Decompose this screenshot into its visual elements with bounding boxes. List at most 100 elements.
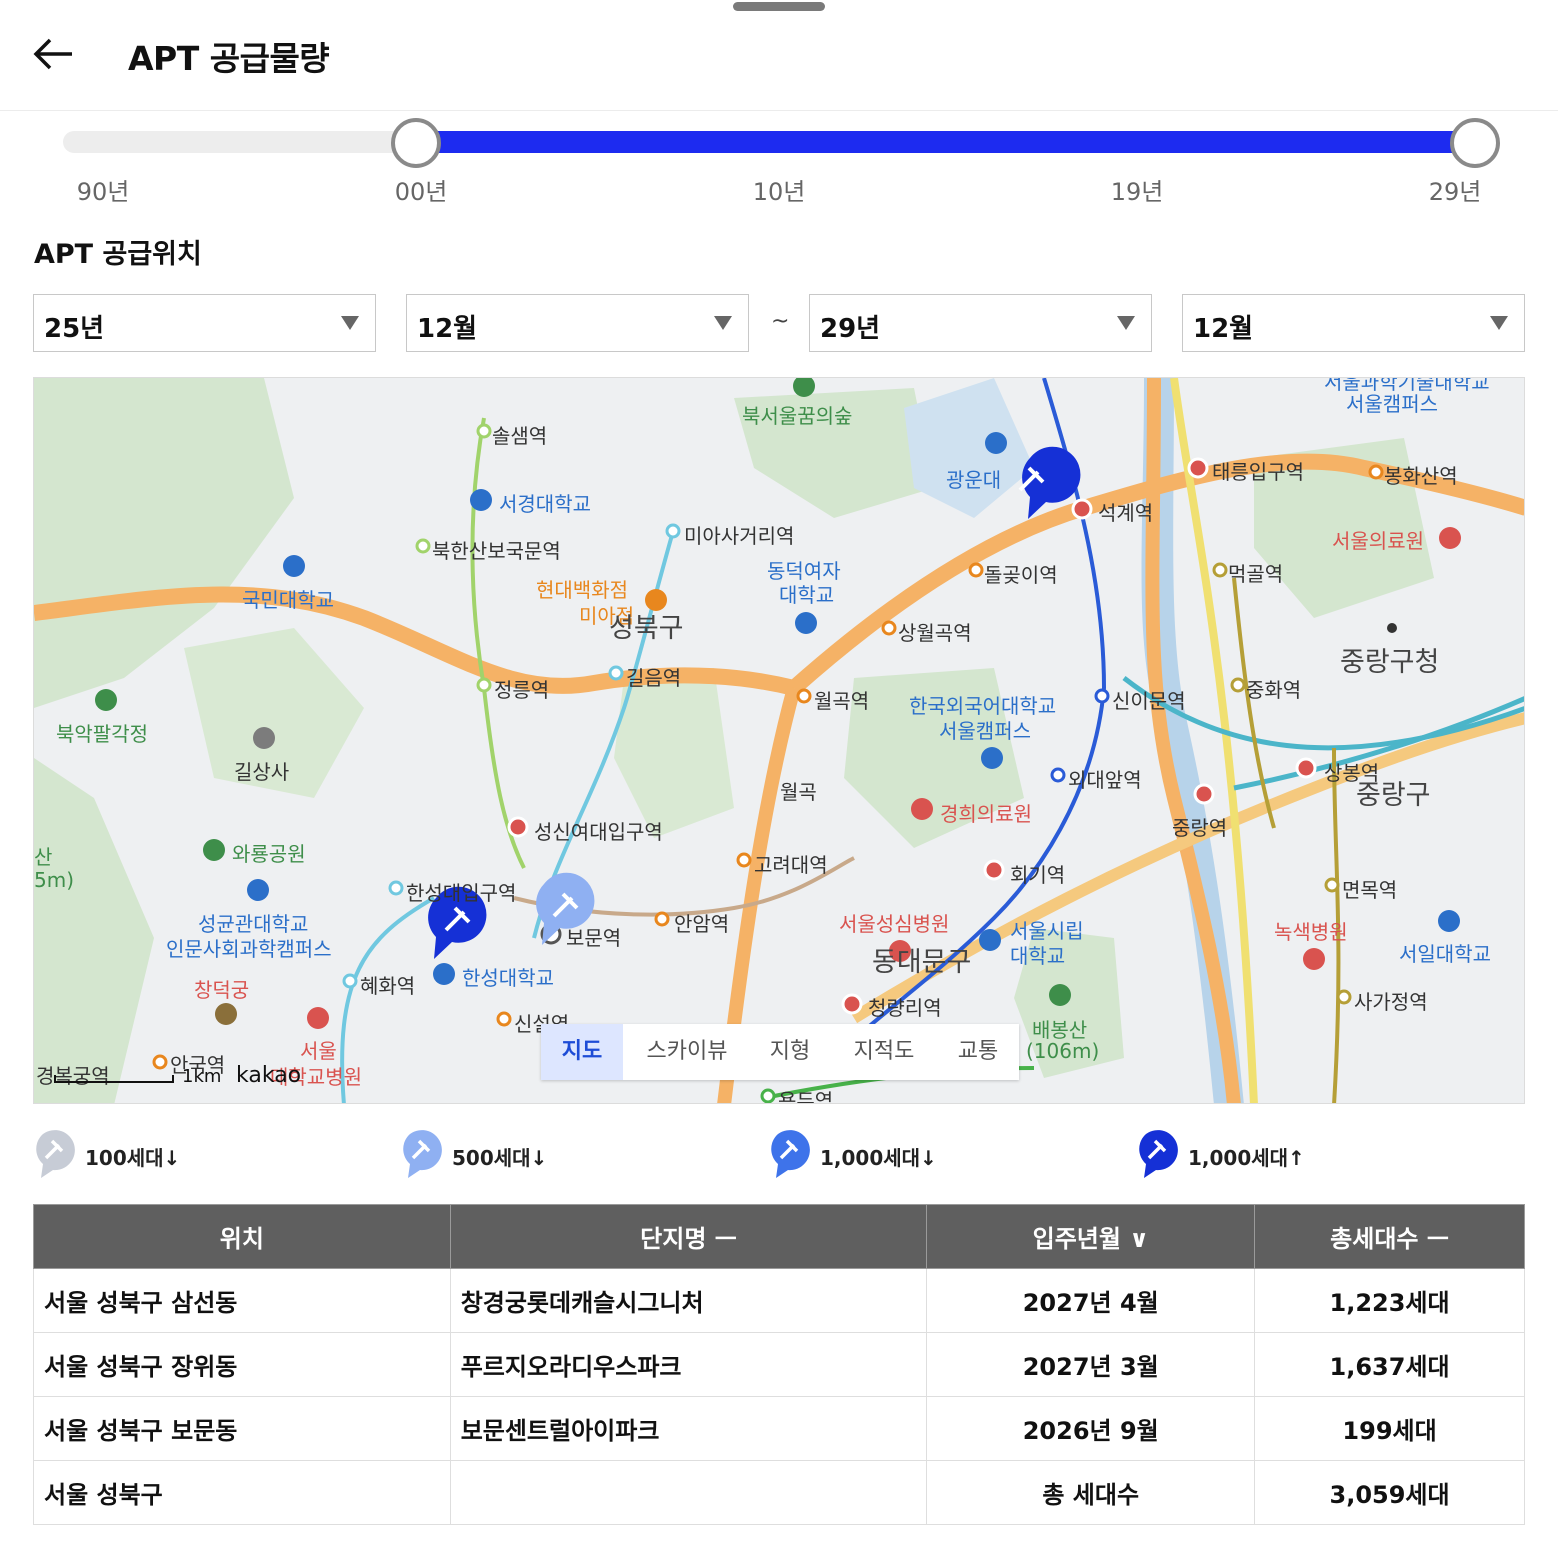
- map-label: 회기역: [1010, 863, 1066, 887]
- caret-down-icon: [341, 316, 359, 330]
- map-label: 보문역: [566, 926, 622, 950]
- caret-down-icon: [1117, 316, 1135, 330]
- map-label: 와룡공원: [232, 842, 306, 866]
- caret-down-icon: [714, 316, 732, 330]
- tick-label: 10년: [752, 178, 806, 206]
- map-label: 신이문역: [1112, 689, 1186, 713]
- map-label: 녹색병원: [1274, 920, 1348, 944]
- summary-label: 총 세대수: [926, 1460, 1256, 1525]
- column-header-move-in[interactable]: 입주년월 ∨: [926, 1204, 1256, 1269]
- map-label: 청량리역: [868, 996, 942, 1020]
- map-label: 상월곡역: [898, 621, 972, 645]
- marker-hammer-icon: [1139, 1130, 1178, 1178]
- marker-hammer-icon: [36, 1130, 75, 1178]
- page-title: APT 공급물량: [128, 39, 330, 78]
- map-label: 대학교: [779, 583, 835, 607]
- map-label: 솔샘역: [492, 424, 548, 448]
- select-value: 12월: [1193, 314, 1254, 344]
- header: APT 공급물량: [0, 0, 1558, 111]
- map-district-label: 성북구: [609, 613, 684, 644]
- map-label: 한성대입구역: [406, 881, 517, 905]
- cell-complex: 창경궁롯데캐슬시그니처: [449, 1268, 928, 1333]
- table-row[interactable]: 서울 성북구 삼선동 창경궁롯데캐슬시그니처 2027년 4월 1,223세대: [33, 1268, 1525, 1333]
- select-value: 29년: [820, 314, 881, 344]
- cell-move-in: 2027년 3월: [926, 1332, 1256, 1397]
- table-summary-row: 서울 성북구 총 세대수 3,059세대: [33, 1460, 1525, 1525]
- tab-map[interactable]: 지도: [541, 1024, 623, 1080]
- marker-hammer-icon: [403, 1130, 442, 1178]
- slider-start-thumb[interactable]: [391, 118, 441, 168]
- table-header-row: 위치 단지명 ㅡ 입주년월 ∨ 총세대수 ㅡ: [33, 1204, 1525, 1269]
- arrow-left-icon: [33, 38, 72, 70]
- to-month-select[interactable]: 12월: [1182, 294, 1525, 352]
- map-label: 서울성심병원: [839, 912, 950, 936]
- table-row[interactable]: 서울 성북구 장위동 푸르지오라디우스파크 2027년 3월 1,637세대: [33, 1332, 1525, 1397]
- tab-terrain[interactable]: 지형: [751, 1024, 829, 1080]
- map-label: 고려대역: [754, 853, 828, 877]
- map-label: 월곡역: [814, 689, 870, 713]
- cell-move-in: 2027년 4월: [926, 1268, 1256, 1333]
- map-district-label: 동대문구: [872, 947, 972, 978]
- map-label: 봉화산역: [1384, 464, 1458, 488]
- map-label: 북한산보국문역: [432, 539, 561, 563]
- slider-end-thumb[interactable]: [1450, 118, 1500, 168]
- map-label: 미아사거리역: [684, 524, 795, 548]
- legend-label: 1,000세대↑: [1188, 1146, 1305, 1170]
- table-row[interactable]: 서울 성북구 보문동 보문센트럴아이파크 2026년 9월 199세대: [33, 1396, 1525, 1461]
- supply-table: 위치 단지명 ㅡ 입주년월 ∨ 총세대수 ㅡ 서울 성북구 삼선동 창경궁롯데캐…: [33, 1204, 1525, 1525]
- cell-location: 서울 성북구 삼선동: [33, 1268, 451, 1333]
- map-label: 현대백화점: [536, 578, 628, 602]
- tick-label: 19년: [1110, 178, 1164, 206]
- column-header-complex[interactable]: 단지명 ㅡ: [449, 1204, 928, 1269]
- map-label: 외대앞역: [1068, 768, 1142, 792]
- map-scale-bar: [54, 1075, 174, 1083]
- map-label: 국민대학교: [242, 588, 334, 612]
- year-range-slider[interactable]: [63, 118, 1503, 168]
- slider-selected-range: [416, 131, 1475, 153]
- map-label: 중랑역: [1172, 816, 1228, 840]
- map-label: 창덕궁: [194, 978, 250, 1002]
- cell-complex: 보문센트럴아이파크: [449, 1396, 928, 1461]
- map-label: 면목역: [1342, 878, 1398, 902]
- map-label: 성신여대입구역: [534, 820, 663, 844]
- tab-skyview[interactable]: 스카이뷰: [631, 1024, 743, 1080]
- column-header-location[interactable]: 위치: [33, 1204, 451, 1269]
- map-label: 서일대학교: [1399, 942, 1491, 966]
- summary-empty: [449, 1460, 928, 1525]
- legend-label: 500세대↓: [452, 1146, 548, 1170]
- select-value: 25년: [44, 314, 105, 344]
- map-label: 광운대: [946, 468, 1002, 492]
- from-year-select[interactable]: 25년: [33, 294, 376, 352]
- map-label: 산: [34, 845, 53, 869]
- back-button[interactable]: [30, 30, 78, 78]
- to-year-select[interactable]: 29년: [809, 294, 1152, 352]
- map-label: 사가정역: [1354, 990, 1428, 1014]
- range-separator: ~: [771, 309, 790, 334]
- from-month-select[interactable]: 12월: [406, 294, 749, 352]
- map-district-label: 중랑구청: [1340, 647, 1440, 678]
- column-header-households[interactable]: 총세대수 ㅡ: [1254, 1204, 1525, 1269]
- cell-households: 1,223세대: [1254, 1268, 1525, 1333]
- tick-label: 29년: [1428, 178, 1482, 206]
- tab-cadastral[interactable]: 지적도: [837, 1024, 931, 1080]
- map-label: 먹골역: [1228, 562, 1284, 586]
- map-label: 북서울꿈의숲: [742, 404, 853, 428]
- map-label: 중화역: [1246, 678, 1302, 702]
- map-label: 태릉입구역: [1212, 460, 1304, 484]
- section-title: APT 공급위치: [34, 239, 202, 270]
- map-label: 북악팔각정: [56, 722, 148, 746]
- map-district-label: 중랑구: [1356, 780, 1431, 811]
- map-view[interactable]: 솔샘역 서경대학교 북한산보국문역 국민대학교 현대백화점 미아점 성북구 미아…: [33, 377, 1525, 1104]
- map-label: 서울캠퍼스: [939, 719, 1031, 743]
- map-label: 혜화역: [360, 974, 416, 998]
- tick-label: 00년: [394, 178, 448, 206]
- map-label: 길상사: [234, 760, 290, 784]
- tab-traffic[interactable]: 교통: [939, 1024, 1017, 1080]
- map-label: 서울: [300, 1039, 337, 1063]
- map-label: 인문사회과학캠퍼스: [166, 937, 332, 961]
- cell-households: 1,637세대: [1254, 1332, 1525, 1397]
- map-scale-label: 1km: [182, 1066, 222, 1087]
- caret-down-icon: [1490, 316, 1508, 330]
- cell-complex: 푸르지오라디우스파크: [449, 1332, 928, 1397]
- kakao-logo: kakao: [236, 1063, 302, 1088]
